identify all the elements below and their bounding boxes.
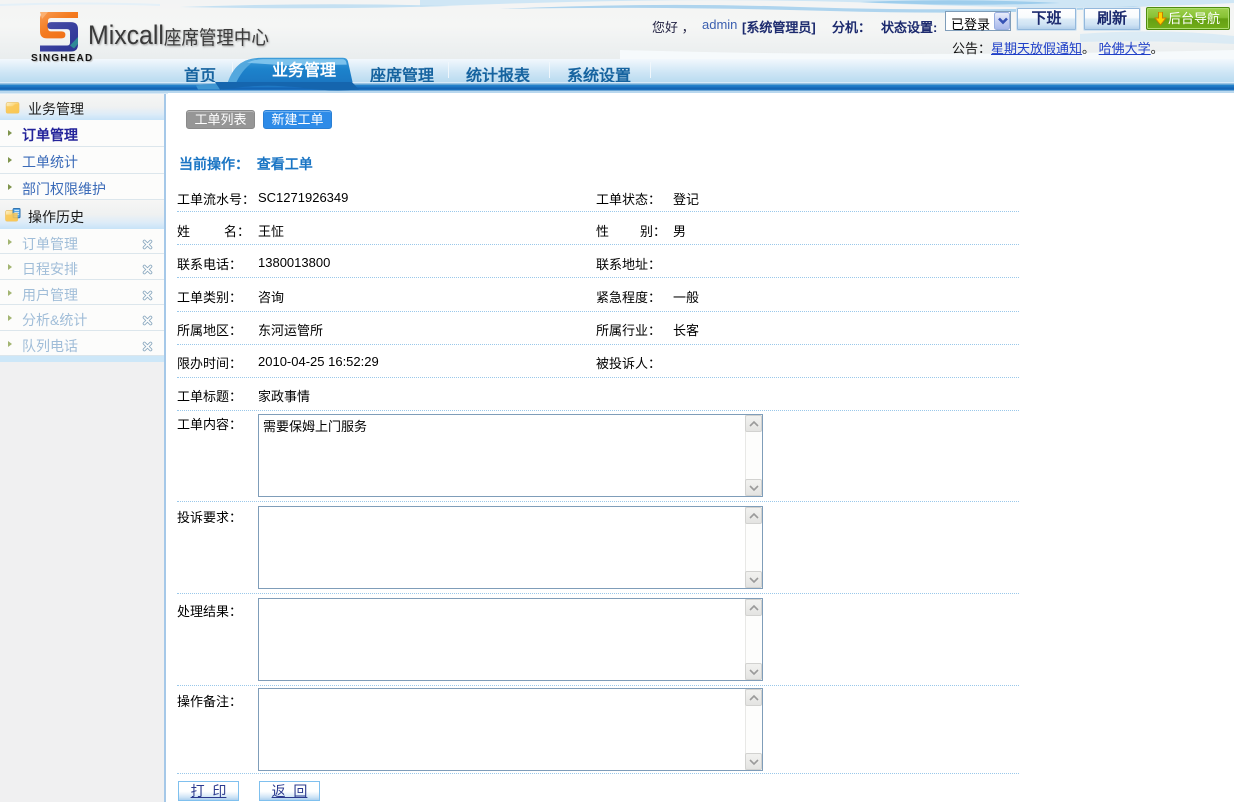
svg-text:业务管理: 业务管理	[272, 61, 336, 80]
